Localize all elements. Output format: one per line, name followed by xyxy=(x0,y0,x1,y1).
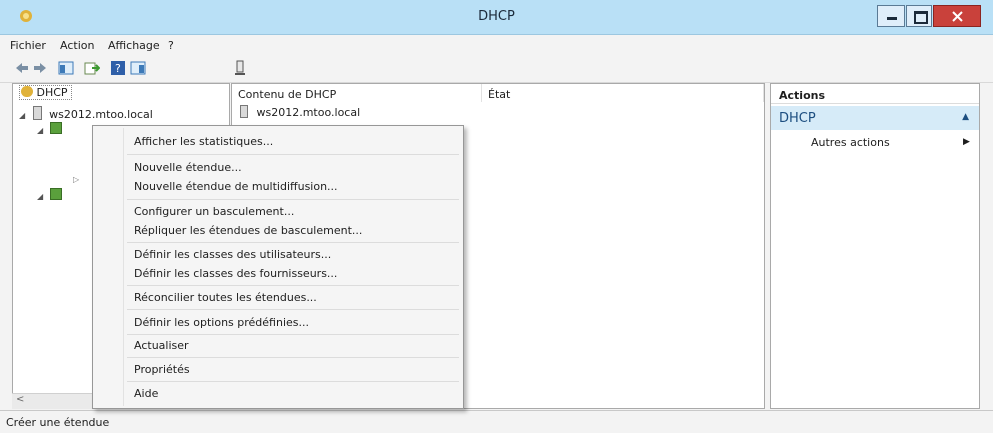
menu-action[interactable]: Action xyxy=(60,39,94,52)
actions-section-label: DHCP xyxy=(779,111,816,126)
menu-help[interactable]: ? xyxy=(168,39,174,52)
ctx-new-scope[interactable]: Nouvelle étendue... xyxy=(134,161,242,174)
maximize-icon xyxy=(914,11,928,24)
expand-triangle-icon[interactable]: ▷ xyxy=(73,175,79,184)
dhcp-console-window: DHCP Fichier Action Affichage ? ? DHCP ◢… xyxy=(0,0,993,433)
status-text: Créer une étendue xyxy=(6,416,110,429)
ctx-reconcile-all-scopes[interactable]: Réconcilier toutes les étendues... xyxy=(134,291,317,304)
menu-bar: Fichier Action Affichage ? xyxy=(0,35,993,55)
close-icon xyxy=(952,11,963,22)
collapse-up-arrow-icon[interactable]: ▲ xyxy=(962,112,969,122)
close-button[interactable] xyxy=(933,5,981,27)
show-hide-action-pane-icon[interactable] xyxy=(130,60,146,76)
dhcp-node-icon xyxy=(21,86,33,97)
ctx-define-user-classes[interactable]: Définir les classes des utilisateurs... xyxy=(134,248,331,261)
ctx-separator xyxy=(127,154,459,155)
tree-ipv6-node[interactable]: ◢ xyxy=(37,188,62,202)
context-menu-gutter xyxy=(123,128,124,406)
collapse-triangle-icon[interactable]: ◢ xyxy=(37,192,43,201)
ctx-separator xyxy=(127,242,459,243)
column-header-state[interactable]: État xyxy=(482,84,764,102)
tree-subnode[interactable]: ▷ xyxy=(73,172,79,185)
ctx-show-statistics[interactable]: Afficher les statistiques... xyxy=(134,135,273,148)
window-title: DHCP xyxy=(478,9,515,24)
collapse-triangle-icon[interactable]: ◢ xyxy=(37,126,43,135)
tree-ipv4-node[interactable]: ◢ xyxy=(37,122,62,136)
context-menu: Afficher les statistiques... Nouvelle ét… xyxy=(92,125,464,409)
ctx-new-multicast-scope[interactable]: Nouvelle étendue de multidiffusion... xyxy=(134,180,338,193)
actions-pane: Actions DHCP ▲ Autres actions ▶ xyxy=(770,83,980,409)
ctx-separator xyxy=(127,381,459,382)
menu-fichier[interactable]: Fichier xyxy=(10,39,46,52)
maximize-button[interactable] xyxy=(906,5,932,27)
actions-section-dhcp[interactable]: DHCP ▲ xyxy=(771,106,979,130)
column-header-content[interactable]: Contenu de DHCP xyxy=(232,84,482,102)
ctx-separator xyxy=(127,199,459,200)
server-icon[interactable] xyxy=(232,60,248,76)
ctx-separator xyxy=(127,357,459,358)
ctx-replicate-failover-scopes[interactable]: Répliquer les étendues de basculement... xyxy=(134,224,362,237)
ctx-separator xyxy=(127,309,459,310)
status-bar: Créer une étendue xyxy=(0,410,993,433)
tree-server-node[interactable]: ◢ ws2012.mtoo.local xyxy=(19,106,153,121)
action-more-actions[interactable]: Autres actions xyxy=(811,136,890,149)
server-row-icon xyxy=(240,105,248,118)
tree-server-label: ws2012.mtoo.local xyxy=(49,108,153,121)
ctx-set-predefined-options[interactable]: Définir les options prédéfinies... xyxy=(134,316,309,329)
ctx-refresh[interactable]: Actualiser xyxy=(134,339,189,352)
ctx-separator xyxy=(127,285,459,286)
action-more-actions-label: Autres actions xyxy=(811,136,890,149)
ipv4-node-icon xyxy=(49,122,62,134)
menu-affichage[interactable]: Affichage xyxy=(108,39,160,52)
ctx-help[interactable]: Aide xyxy=(134,387,158,400)
scroll-left-icon[interactable]: < xyxy=(16,394,24,405)
title-bar: DHCP xyxy=(0,0,993,35)
server-node-icon xyxy=(32,106,42,120)
ctx-configure-failover[interactable]: Configurer un basculement... xyxy=(134,205,294,218)
tree-root-dhcp[interactable]: DHCP xyxy=(19,85,72,100)
ctx-properties[interactable]: Propriétés xyxy=(134,363,190,376)
back-arrow-icon[interactable] xyxy=(14,60,30,76)
list-row[interactable]: ws2012.mtoo.local xyxy=(240,105,360,119)
console-tree-icon[interactable] xyxy=(58,60,74,76)
help-icon[interactable]: ? xyxy=(110,60,126,76)
export-list-icon[interactable] xyxy=(84,60,100,76)
list-row-label: ws2012.mtoo.local xyxy=(256,106,361,119)
submenu-arrow-icon: ▶ xyxy=(963,137,970,147)
minimize-button[interactable] xyxy=(877,5,905,27)
svg-text:?: ? xyxy=(115,62,121,75)
ctx-separator xyxy=(127,334,459,335)
tree-root-label: DHCP xyxy=(36,86,68,99)
minimize-icon xyxy=(887,17,897,20)
forward-arrow-icon[interactable] xyxy=(32,60,48,76)
ipv6-node-icon xyxy=(49,188,62,200)
actions-header: Actions xyxy=(771,84,979,104)
collapse-triangle-icon[interactable]: ◢ xyxy=(19,111,25,120)
toolbar: ? xyxy=(0,56,993,83)
ctx-define-vendor-classes[interactable]: Définir les classes des fournisseurs... xyxy=(134,267,337,280)
